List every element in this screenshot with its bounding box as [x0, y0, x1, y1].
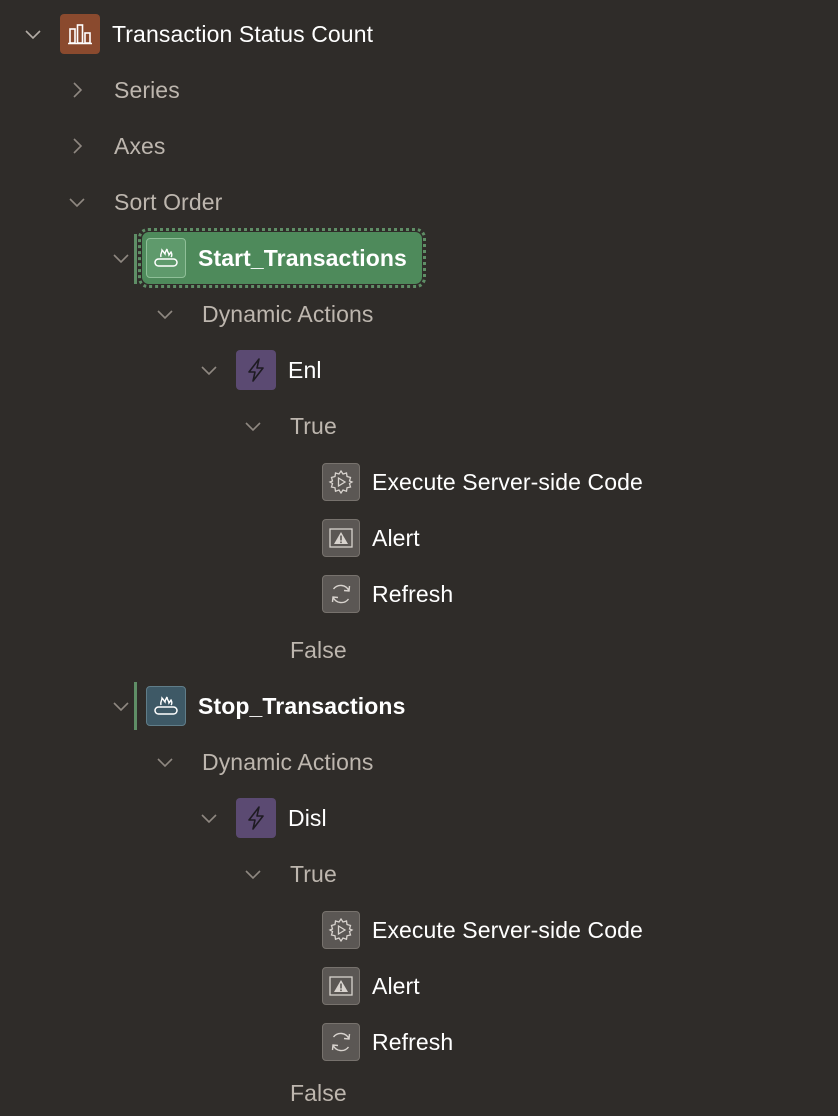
dynamic-actions-label: Dynamic Actions	[202, 300, 374, 327]
tree-node-stop-transactions[interactable]: Stop_Transactions	[110, 678, 405, 734]
bar-chart-icon	[60, 14, 100, 54]
lightning-icon	[236, 350, 276, 390]
tree-node-false[interactable]: False	[290, 1070, 347, 1116]
dynamic-actions-label: Dynamic Actions	[202, 748, 374, 775]
alert-icon	[322, 519, 360, 557]
chevron-down-icon[interactable]	[198, 807, 220, 829]
tree-node-start-transactions[interactable]: Start_Transactions	[110, 230, 407, 286]
button-region-icon	[146, 238, 186, 278]
tree-node-action[interactable]: Refresh	[322, 1014, 453, 1070]
tree-node-dynamic-actions[interactable]: Dynamic Actions	[154, 734, 374, 790]
chevron-right-icon[interactable]	[66, 135, 88, 157]
action-label: Refresh	[372, 580, 454, 607]
true-label: True	[290, 860, 337, 887]
chevron-down-icon[interactable]	[198, 359, 220, 381]
action-label: Execute Server-side Code	[372, 468, 643, 495]
action-label: Refresh	[372, 1028, 454, 1055]
false-label: False	[290, 636, 347, 663]
tree-node-dynamic-action[interactable]: Disl	[198, 790, 327, 846]
root-label: Transaction Status Count	[112, 20, 374, 47]
action-label: Alert	[372, 524, 420, 551]
chevron-down-icon[interactable]	[22, 23, 44, 45]
button-label: Start_Transactions	[198, 244, 407, 271]
chevron-down-icon[interactable]	[66, 191, 88, 213]
tree-node-action[interactable]: Execute Server-side Code	[322, 902, 643, 958]
tree-node-root[interactable]: Transaction Status Count	[22, 6, 373, 62]
chevron-right-icon[interactable]	[66, 79, 88, 101]
tree-node-axes[interactable]: Axes	[66, 118, 166, 174]
gear-play-icon	[322, 911, 360, 949]
button-region-icon	[146, 686, 186, 726]
chevron-down-icon[interactable]	[242, 863, 264, 885]
axes-label: Axes	[114, 132, 166, 159]
refresh-icon	[322, 575, 360, 613]
tree-node-action[interactable]: Alert	[322, 510, 420, 566]
dynamic-action-label: Enl	[288, 356, 322, 383]
tree-node-true[interactable]: True	[242, 398, 337, 454]
tree-node-series[interactable]: Series	[66, 62, 180, 118]
alert-icon	[322, 967, 360, 1005]
chevron-down-icon[interactable]	[242, 415, 264, 437]
series-label: Series	[114, 76, 180, 103]
sort-order-label: Sort Order	[114, 188, 223, 215]
action-label: Alert	[372, 972, 420, 999]
tree-node-false[interactable]: False	[290, 622, 347, 678]
dynamic-action-label: Disl	[288, 804, 327, 831]
tree-node-dynamic-actions[interactable]: Dynamic Actions	[154, 286, 374, 342]
tree-node-sort-order[interactable]: Sort Order	[66, 174, 222, 230]
chevron-down-icon[interactable]	[110, 247, 132, 269]
chevron-down-icon[interactable]	[154, 751, 176, 773]
tree-node-action[interactable]: Refresh	[322, 566, 453, 622]
refresh-icon	[322, 1023, 360, 1061]
chevron-down-icon[interactable]	[110, 695, 132, 717]
tree-node-dynamic-action[interactable]: Enl	[198, 342, 322, 398]
chevron-down-icon[interactable]	[154, 303, 176, 325]
tree-node-true[interactable]: True	[242, 846, 337, 902]
false-label: False	[290, 1079, 347, 1106]
button-label: Stop_Transactions	[198, 692, 406, 719]
gear-play-icon	[322, 463, 360, 501]
true-label: True	[290, 412, 337, 439]
tree-node-action[interactable]: Execute Server-side Code	[322, 454, 643, 510]
action-label: Execute Server-side Code	[372, 916, 643, 943]
tree-node-action[interactable]: Alert	[322, 958, 420, 1014]
lightning-icon	[236, 798, 276, 838]
